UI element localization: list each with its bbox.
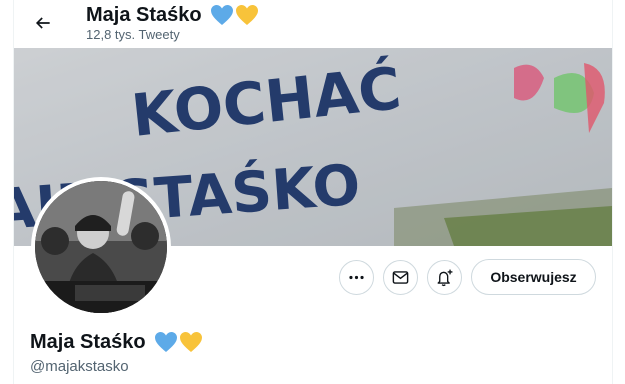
tweet-count: 12,8 tys. Tweety [86, 27, 180, 42]
more-dots-icon [349, 275, 364, 280]
header-title: Maja Staśko [86, 3, 259, 27]
header-name-text: Maja Staśko [86, 4, 202, 26]
more-options-button[interactable] [339, 260, 374, 295]
notifications-subscribe-button[interactable] [427, 260, 462, 295]
profile-name-text: Maja Staśko [30, 331, 146, 353]
profile-avatar[interactable] [31, 177, 171, 317]
avatar-photo [35, 181, 167, 313]
blue-heart-icon [210, 5, 233, 25]
yellow-heart-icon [235, 5, 258, 25]
column-border-right [612, 0, 613, 384]
envelope-icon [392, 271, 409, 284]
yellow-heart-icon [179, 332, 202, 352]
back-button[interactable] [26, 6, 60, 40]
profile-handle: @majakstasko [30, 358, 129, 375]
arrow-left-icon [35, 17, 50, 29]
blue-heart-icon [154, 332, 177, 352]
bell-plus-icon [437, 269, 453, 287]
following-button[interactable]: Obserwujesz [471, 259, 596, 295]
message-button[interactable] [383, 260, 418, 295]
profile-header: Maja Staśko 12,8 tys. Tweety [14, 0, 612, 48]
profile-name: Maja Staśko [30, 330, 203, 354]
